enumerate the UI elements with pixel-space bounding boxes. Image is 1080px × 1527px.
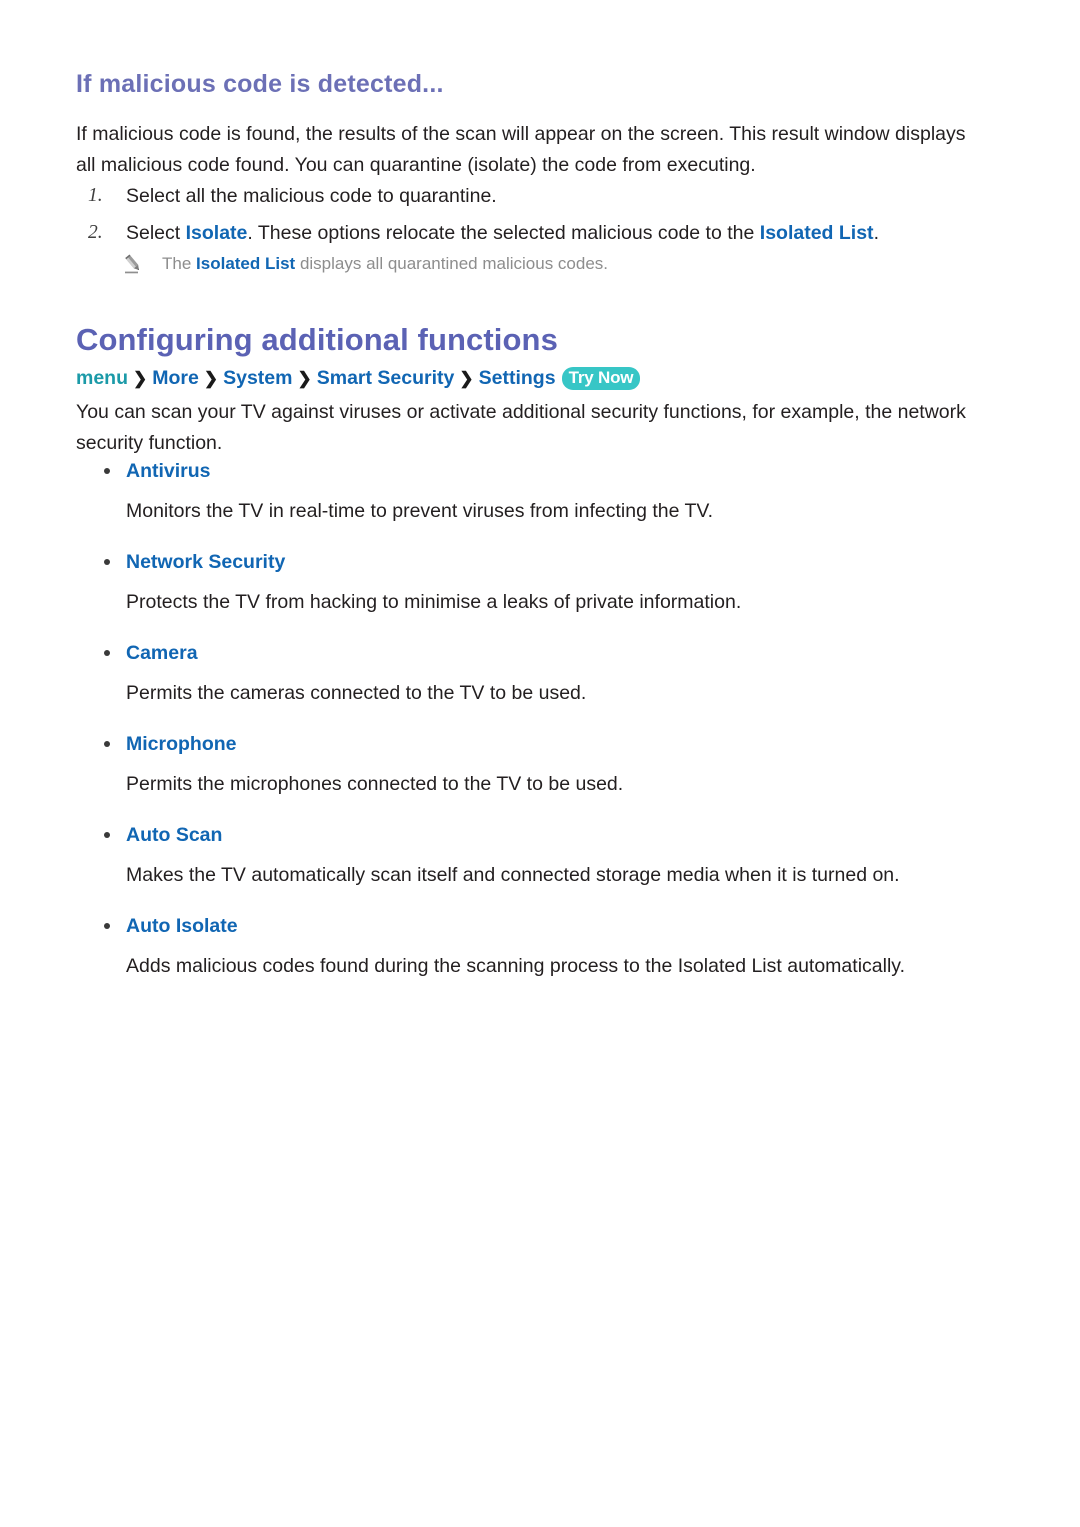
bullet-icon	[104, 650, 110, 656]
feature-item: Antivirus Monitors the TV in real-time t…	[76, 457, 996, 526]
step-text: Select all the malicious code to quarant…	[126, 185, 497, 207]
step-number: 1.	[88, 185, 103, 206]
chevron-right-icon: ❯	[133, 369, 148, 388]
step-text-tail: .	[873, 222, 879, 244]
feature-term-label: Auto Scan	[126, 824, 223, 846]
feature-term-network-security[interactable]: Network Security	[76, 548, 996, 576]
isolate-keyword[interactable]: Isolate	[186, 222, 248, 244]
breadcrumb: menu ❯ More ❯ System ❯ Smart Security ❯ Settings…	[76, 365, 641, 392]
section-heading: If malicious code is detected...	[76, 70, 444, 98]
feature-item: Network Security Protects the TV from ha…	[76, 548, 996, 617]
document-page: If malicious code is detected... If mali…	[0, 0, 1080, 1527]
feature-term-auto-scan[interactable]: Auto Scan	[76, 821, 996, 849]
feature-item: Auto Scan Makes the TV automatically sca…	[76, 821, 996, 890]
feature-term-label: Antivirus	[126, 460, 211, 482]
pencil-icon	[122, 253, 144, 275]
feature-description: Adds malicious codes found during the sc…	[126, 955, 906, 977]
breadcrumb-item-menu[interactable]: menu	[76, 367, 128, 389]
bullet-icon	[104, 832, 110, 838]
page-title: Configuring additional functions	[76, 322, 558, 357]
breadcrumb-item-system[interactable]: System	[223, 367, 292, 389]
feature-term-label: Network Security	[126, 551, 286, 573]
try-now-badge[interactable]: Try Now	[561, 367, 641, 390]
feature-term-microphone[interactable]: Microphone	[76, 730, 996, 758]
breadcrumb-item-smart-security[interactable]: Smart Security	[317, 367, 455, 389]
feature-item: Microphone Permits the microphones conne…	[76, 730, 996, 799]
feature-term-label: Microphone	[126, 733, 237, 755]
step-item: 2. Select Isolate. These options relocat…	[76, 218, 976, 248]
note-isolated-list-keyword[interactable]: Isolated List	[196, 254, 295, 273]
step-number: 2.	[88, 222, 103, 243]
feature-description: Permits the microphones connected to the…	[126, 773, 624, 795]
breadcrumb-item-more[interactable]: More	[152, 367, 199, 389]
feature-description: Makes the TV automatically scan itself a…	[126, 864, 900, 886]
intro-paragraph: If malicious code is found, the results …	[76, 123, 966, 176]
breadcrumb-item-settings[interactable]: Settings	[479, 367, 556, 389]
feature-item: Auto Isolate Adds malicious codes found …	[76, 912, 996, 981]
feature-description: Protects the TV from hacking to minimise…	[126, 591, 742, 613]
feature-item: Camera Permits the cameras connected to …	[76, 639, 996, 708]
feature-term-camera[interactable]: Camera	[76, 639, 996, 667]
note-text-tail: displays all quarantined malicious codes…	[295, 254, 609, 273]
feature-description: Permits the cameras connected to the TV …	[126, 682, 587, 704]
bullet-icon	[104, 559, 110, 565]
feature-term-label: Camera	[126, 642, 198, 664]
note-row: The Isolated List displays all quarantin…	[76, 252, 956, 276]
feature-term-auto-isolate[interactable]: Auto Isolate	[76, 912, 996, 940]
note-text-lead: The	[162, 254, 197, 273]
chevron-right-icon: ❯	[203, 369, 219, 388]
feature-term-label: Auto Isolate	[126, 915, 238, 937]
feature-term-antivirus[interactable]: Antivirus	[76, 457, 996, 485]
chevron-right-icon: ❯	[459, 369, 474, 388]
step-text-middle: . These options relocate the selected ma…	[247, 222, 760, 244]
step-text-lead: Select	[126, 222, 186, 244]
chevron-right-icon: ❯	[297, 369, 312, 388]
bullet-icon	[104, 923, 110, 929]
isolated-list-keyword[interactable]: Isolated List	[760, 222, 874, 244]
steps-list: 1. Select all the malicious code to quar…	[76, 181, 976, 255]
features-list: Antivirus Monitors the TV in real-time t…	[76, 457, 996, 1003]
bullet-icon	[104, 468, 110, 474]
step-item: 1. Select all the malicious code to quar…	[76, 181, 976, 211]
configuring-paragraph: You can scan your TV against viruses or …	[76, 401, 966, 454]
bullet-icon	[104, 741, 110, 747]
feature-description: Monitors the TV in real-time to prevent …	[126, 500, 714, 522]
